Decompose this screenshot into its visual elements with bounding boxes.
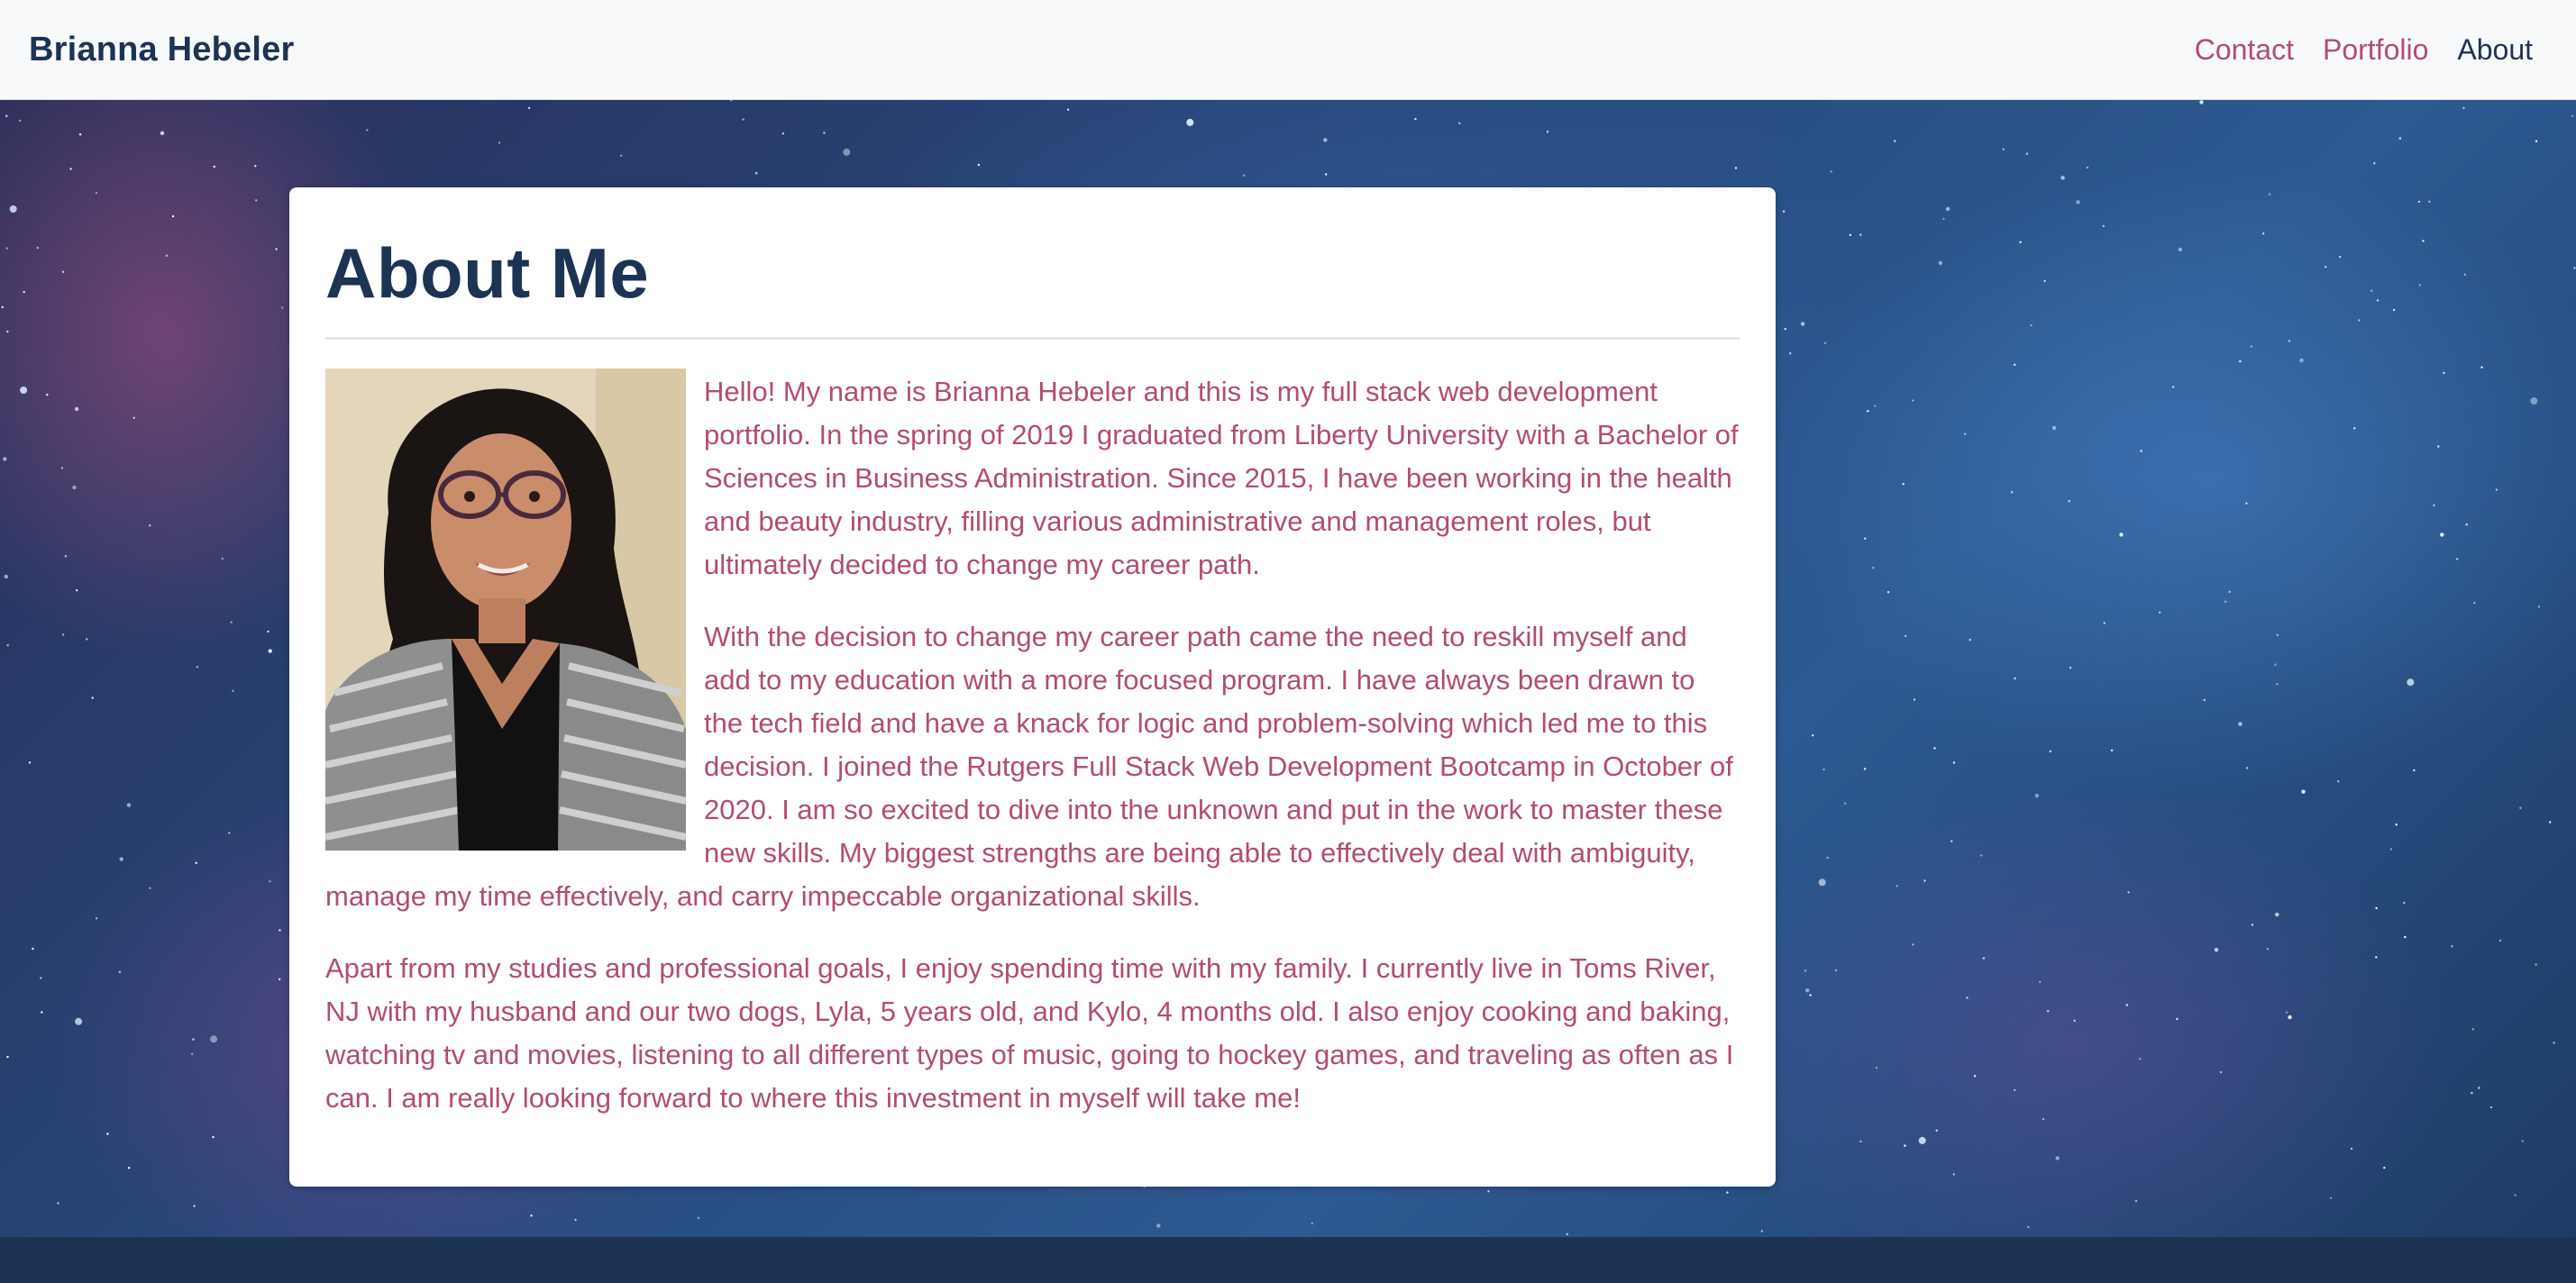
nav-link-portfolio[interactable]: Portfolio xyxy=(2323,33,2428,67)
profile-photo-illustration xyxy=(325,369,686,851)
about-card: About Me Hello! My name is Brianna Hebel… xyxy=(289,187,1776,1187)
nav-link-about[interactable]: About xyxy=(2457,33,2533,67)
nav-link-contact[interactable]: Contact xyxy=(2195,33,2294,67)
profile-photo xyxy=(325,369,686,851)
page-title: About Me xyxy=(325,227,1740,340)
navbar: Brianna Hebeler Contact Portfolio About xyxy=(0,0,2576,100)
about-paragraph-3: Apart from my studies and professional g… xyxy=(325,952,1734,1114)
about-body: Hello! My name is Brianna Hebeler and th… xyxy=(325,340,1740,1120)
nav-links: Contact Portfolio About xyxy=(2195,33,2533,67)
footer xyxy=(0,1237,2576,1283)
brand-logo-text[interactable]: Brianna Hebeler xyxy=(29,31,294,69)
